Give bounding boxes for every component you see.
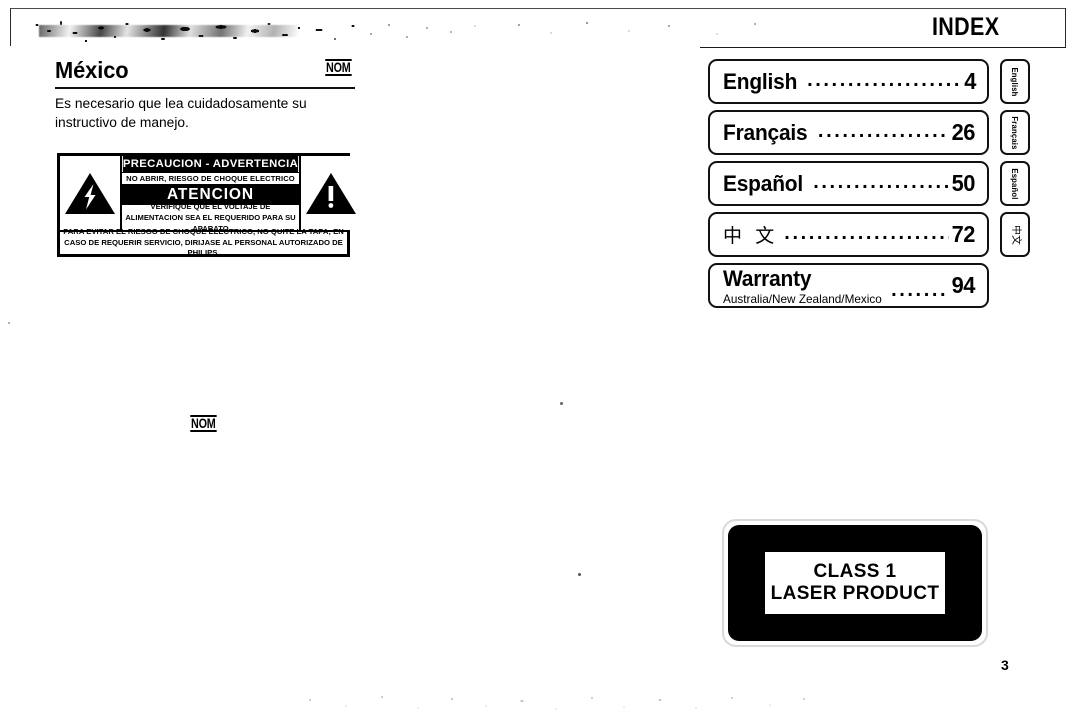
index-entry-page: 72 — [952, 221, 976, 247]
index-entry-chinese[interactable]: 中 文 ....................................… — [708, 212, 989, 257]
caution-subheading: NO ABRIR, RIESGO DE CHOQUE ELECTRICO — [122, 172, 299, 185]
index-header: INDEX — [700, 8, 1066, 48]
index-entry-english[interactable]: English ................................… — [708, 59, 989, 104]
laser-notice-line2: LASER PRODUCT — [770, 583, 940, 604]
scan-speck — [560, 402, 563, 405]
side-tab-label: English — [1010, 66, 1020, 97]
index-row: Warranty Australia/New Zealand/Mexico ..… — [708, 263, 990, 309]
index-entry-espanol[interactable]: Español ................................… — [708, 161, 989, 206]
exclamation-triangle-cell — [298, 156, 361, 230]
page-number: 3 — [1001, 657, 1009, 673]
lightning-bolt-triangle-icon — [64, 171, 116, 216]
scanned-page: INDEX México NOM Es necesario que lea cu… — [0, 0, 1080, 722]
index-entry-subtitle: Australia/New Zealand/Mexico — [723, 292, 882, 306]
leader-dots: ........................................… — [818, 129, 950, 138]
caution-attention: ATENCION — [122, 185, 299, 204]
index-entry-label: 中 文 — [723, 226, 779, 247]
side-tab-espanol[interactable]: Español — [1000, 161, 1030, 206]
nom-badge-bottom: NOM — [57, 415, 350, 433]
side-tab-label: Français — [1010, 115, 1020, 150]
bottom-scan-noise — [300, 692, 820, 716]
index-row: 中 文 ....................................… — [708, 212, 1030, 258]
index-entry-francais[interactable]: Français ...............................… — [708, 110, 989, 155]
index-row: English ................................… — [708, 59, 1030, 105]
nom-badge-label: NOM — [325, 59, 352, 76]
laser-notice-frame: CLASS 1 LASER PRODUCT — [728, 525, 982, 641]
mexico-body-text: Es necesario que lea cuidadosamente su i… — [55, 96, 307, 131]
index-entry-label: English — [723, 68, 798, 94]
index-entry-page: 50 — [952, 170, 976, 196]
index-entry-label: Español — [723, 170, 803, 196]
caution-footer-text: PARA EVITAR EL RIESGO DE CHOQUE ELECTRIC… — [60, 227, 347, 257]
index-entry-label: Français — [723, 119, 808, 145]
index-entry-page: 94 — [952, 272, 976, 298]
leader-dots: ........................................… — [813, 180, 949, 189]
mexico-section: México NOM Es necesario que lea cuidados… — [55, 57, 355, 131]
index-entry-label: Warranty — [723, 266, 812, 291]
side-tab-francais[interactable]: Français — [1000, 110, 1030, 155]
leader-dots: ........................................… — [807, 78, 962, 87]
caution-heading: PRECAUCION - ADVERTENCIA — [122, 156, 299, 172]
side-tab-label: 中文 — [1010, 224, 1021, 245]
caution-warning-label: PRECAUCION - ADVERTENCIA NO ABRIR, RIESG… — [57, 153, 361, 257]
leader-dots: ........................................… — [891, 288, 949, 297]
side-tab-english[interactable]: English — [1000, 59, 1030, 104]
index-heading: INDEX — [931, 13, 999, 41]
index-row: Español ................................… — [708, 161, 1030, 207]
index-entry-page: 26 — [952, 119, 976, 145]
caution-upper-section: PRECAUCION - ADVERTENCIA NO ABRIR, RIESG… — [60, 156, 361, 230]
mexico-title: México — [55, 57, 129, 83]
caution-text-column: PRECAUCION - ADVERTENCIA NO ABRIR, RIESG… — [122, 156, 299, 230]
scan-speck — [8, 322, 10, 324]
index-row: Français ...............................… — [708, 110, 1030, 156]
lightning-bolt-triangle-cell — [60, 156, 122, 230]
leader-dots: ........................................… — [784, 231, 949, 240]
laser-notice-line1: CLASS 1 — [813, 561, 897, 582]
exclamation-triangle-icon — [305, 171, 357, 216]
index-list: English ................................… — [708, 59, 1030, 314]
mexico-heading-row: México NOM — [55, 57, 355, 90]
caution-voltage-notice: VERIFIQUE QUE EL VOLTAJE DE ALIMENTACION… — [122, 204, 299, 230]
side-tab-chinese[interactable]: 中文 — [1000, 212, 1030, 257]
index-entry-warranty[interactable]: Warranty Australia/New Zealand/Mexico ..… — [708, 263, 989, 308]
nom-badge-top: NOM — [322, 59, 355, 77]
index-entry-page: 4 — [964, 68, 976, 94]
laser-product-notice: CLASS 1 LASER PRODUCT — [722, 519, 988, 647]
laser-notice-inner: CLASS 1 LASER PRODUCT — [765, 552, 945, 614]
scan-speck — [578, 573, 581, 576]
scan-smudge — [39, 25, 299, 37]
nom-badge-bottom-label: NOM — [190, 415, 217, 432]
side-tab-label: Español — [1010, 167, 1021, 200]
mexico-title-rule — [55, 87, 355, 90]
